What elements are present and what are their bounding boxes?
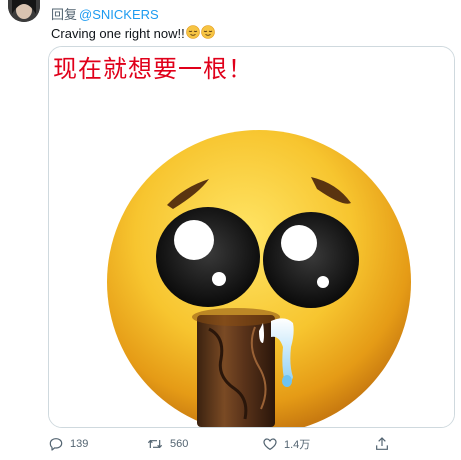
reply-context: 回复 @SNICKERS <box>51 4 159 23</box>
tweet-actions: 139 560 1.4万 <box>48 432 453 456</box>
relieved-face-icon <box>200 25 215 42</box>
relieved-face-icon <box>185 25 200 42</box>
reply-button[interactable]: 139 <box>48 436 88 452</box>
retweet-count: 560 <box>170 438 189 450</box>
tweet-text: Craving one right now!! <box>51 25 215 42</box>
tweet-body: Craving one right now!! <box>51 26 185 41</box>
retweet-button[interactable]: 560 <box>146 436 188 452</box>
avatar[interactable] <box>8 0 40 22</box>
like-count: 1.4万 <box>284 439 311 451</box>
like-button[interactable]: 1.4万 <box>262 436 310 452</box>
pleading-face-image <box>49 47 454 427</box>
reply-prefix: 回复 <box>51 7 78 22</box>
share-button[interactable] <box>374 436 396 452</box>
tweet-media[interactable]: 现在就想要一根！ <box>48 46 455 428</box>
heart-icon <box>263 438 277 450</box>
image-caption: 现在就想要一根！ <box>53 55 253 83</box>
reply-count: 139 <box>70 438 89 450</box>
reply-icon <box>49 438 63 451</box>
retweet-icon <box>147 439 163 449</box>
share-icon <box>376 437 388 450</box>
mention-link[interactable]: @SNICKERS <box>79 7 159 22</box>
